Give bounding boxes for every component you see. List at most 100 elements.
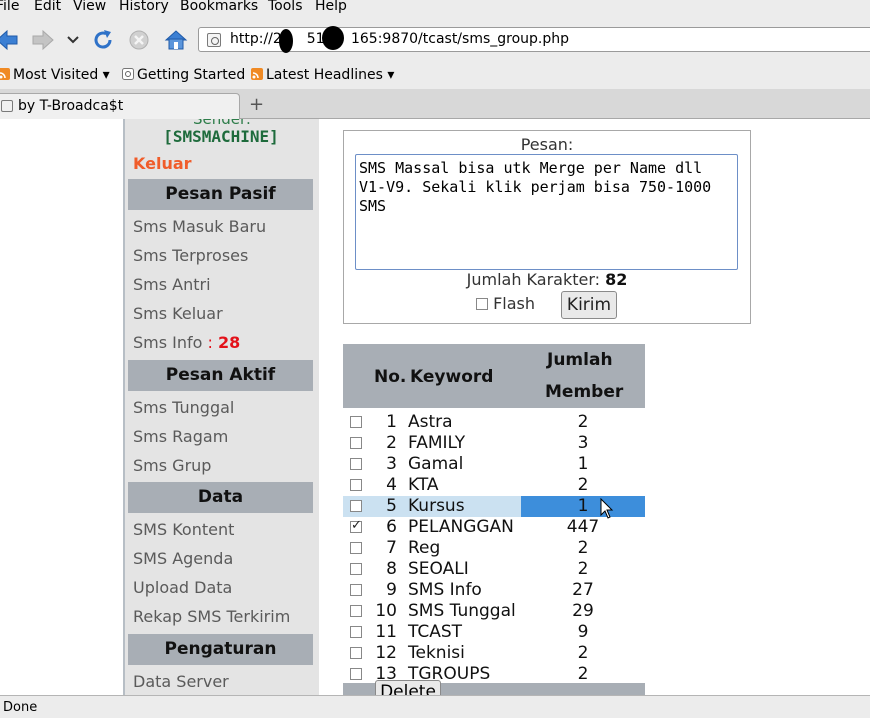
sms-info-label: Sms Info — [133, 333, 203, 352]
row-checkbox[interactable] — [350, 500, 362, 512]
char-count: Jumlah Karakter: 82 — [344, 270, 750, 289]
menu-file[interactable]: File — [0, 0, 19, 14]
history-dropdown-button[interactable] — [60, 28, 86, 52]
row-keyword: SEOALI — [408, 559, 469, 579]
page-icon — [122, 68, 134, 80]
flash-checkbox[interactable] — [476, 298, 488, 310]
bookmark-most-visited[interactable]: Most Visited ▾ — [0, 67, 110, 83]
bookmarks-toolbar: Most Visited ▾ Getting Started Latest He… — [0, 63, 870, 89]
stop-button[interactable] — [126, 28, 152, 52]
reload-button[interactable] — [90, 28, 116, 52]
menu-help[interactable]: Help — [315, 0, 347, 14]
sidebar-item-sms-masuk-baru[interactable]: Sms Masuk Baru — [133, 217, 266, 236]
sidebar-item-sms-agenda[interactable]: SMS Agenda — [133, 549, 233, 568]
row-checkbox[interactable] — [350, 416, 362, 428]
row-number: 2 — [386, 433, 397, 453]
table-row[interactable]: 9 SMS Info 27 — [343, 579, 645, 600]
sidebar-item-data-server[interactable]: Data Server — [133, 672, 229, 691]
page-favicon — [1, 100, 13, 112]
sidebar-item-sms-keluar[interactable]: Sms Keluar — [133, 304, 223, 323]
section-header-pengaturan: Pengaturan — [128, 634, 313, 665]
row-checkbox[interactable] — [350, 518, 362, 533]
rss-icon — [0, 68, 10, 80]
message-textarea[interactable]: SMS Massal bisa utk Merge per Name dll V… — [355, 154, 738, 270]
menu-history[interactable]: History — [119, 0, 169, 14]
logout-link[interactable]: Keluar — [133, 154, 192, 173]
url-bar[interactable]: http://20 51. 165:9870/tcast/sms_group.php — [198, 26, 870, 53]
home-button[interactable] — [163, 28, 189, 52]
row-keyword: TCAST — [408, 622, 463, 642]
row-member-count: 2 — [577, 559, 589, 579]
row-checkbox[interactable] — [350, 542, 362, 554]
header-no: No. — [374, 367, 407, 387]
char-count-value: 82 — [605, 270, 628, 289]
new-tab-plus-icon[interactable]: + — [249, 94, 264, 115]
row-member-count: 2 — [577, 412, 589, 432]
char-count-label: Jumlah Karakter: — [466, 270, 601, 289]
menu-bookmarks[interactable]: Bookmarks — [180, 0, 258, 14]
row-checkbox[interactable] — [350, 437, 362, 449]
row-member-count: 1 — [577, 454, 589, 474]
table-row[interactable]: 10 SMS Tunggal 29 — [343, 600, 645, 621]
page-content: Sender: [SMSMACHINE] Keluar Pesan Pasif … — [0, 119, 870, 695]
delete-button[interactable]: Delete — [375, 680, 441, 695]
flash-label: Flash — [493, 294, 536, 313]
row-number: 3 — [386, 454, 397, 474]
table-row[interactable]: 7 Reg 2 — [343, 537, 645, 558]
forward-button[interactable] — [30, 28, 56, 52]
table-row[interactable]: 8 SEOALI 2 — [343, 558, 645, 579]
table-row[interactable]: 2 FAMILY 3 — [343, 432, 645, 453]
rss-icon — [251, 68, 263, 80]
sidebar-item-sms-tunggal[interactable]: Sms Tunggal — [133, 398, 234, 417]
sidebar-item-sms-antri[interactable]: Sms Antri — [133, 275, 211, 294]
section-header-data: Data — [128, 482, 313, 513]
back-button[interactable] — [0, 28, 20, 52]
row-checkbox[interactable] — [350, 584, 362, 596]
page-favicon — [207, 33, 221, 47]
tab-active[interactable]: by T-Broadca$t — [0, 93, 240, 119]
table-row[interactable]: 12 Teknisi 2 — [343, 642, 645, 663]
status-text: Done — [3, 700, 38, 715]
row-number: 10 — [375, 601, 397, 621]
row-checkbox[interactable] — [350, 668, 362, 680]
forward-arrow-icon — [32, 29, 54, 51]
row-keyword: SMS Tunggal — [408, 601, 516, 621]
table-row[interactable]: 11 TCAST 9 — [343, 621, 645, 642]
row-member-count: 447 — [566, 517, 600, 537]
row-checkbox[interactable] — [350, 647, 362, 659]
row-member-count: 2 — [577, 475, 589, 495]
sidebar-item-sms-info[interactable]: Sms Info : 28 — [133, 333, 240, 352]
bookmark-label: Latest Headlines — [266, 67, 383, 83]
history-dropdown-icon — [67, 36, 79, 44]
bookmark-label: Most Visited — [13, 67, 99, 83]
sidebar-item-upload-data[interactable]: Upload Data — [133, 578, 232, 597]
table-row[interactable]: 4 KTA 2 — [343, 474, 645, 495]
menu-tools[interactable]: Tools — [268, 0, 303, 14]
row-checkbox[interactable] — [350, 479, 362, 491]
sidebar-item-sms-grup[interactable]: Sms Grup — [133, 456, 211, 475]
sidebar-item-sms-terproses[interactable]: Sms Terproses — [133, 246, 248, 265]
row-member-count: 2 — [577, 643, 589, 663]
chevron-down-icon: ▾ — [382, 67, 395, 83]
menu-edit[interactable]: Edit — [34, 0, 61, 14]
table-row[interactable]: 1 Astra 2 — [343, 411, 645, 432]
sidebar-item-rekap-sms-terkirim[interactable]: Rekap SMS Terkirim — [133, 607, 290, 626]
send-button[interactable]: Kirim — [561, 291, 617, 319]
bookmark-label: Getting Started — [137, 67, 246, 83]
table-header: No. Keyword Jumlah Member — [343, 344, 645, 408]
menu-view[interactable]: View — [73, 0, 106, 14]
row-member-count: 27 — [572, 580, 594, 600]
row-keyword: Teknisi — [408, 643, 465, 663]
mouse-cursor-icon — [600, 498, 614, 519]
sidebar-item-sms-kontent[interactable]: SMS Kontent — [133, 520, 234, 539]
row-keyword: KTA — [408, 475, 439, 495]
row-checkbox[interactable] — [350, 605, 362, 617]
row-checkbox[interactable] — [350, 563, 362, 575]
row-checkbox[interactable] — [350, 458, 362, 470]
sidebar-item-sms-ragam[interactable]: Sms Ragam — [133, 427, 228, 446]
row-checkbox[interactable] — [350, 626, 362, 638]
bookmark-latest-headlines[interactable]: Latest Headlines ▾ — [251, 67, 394, 83]
table-row[interactable]: 3 Gamal 1 — [343, 453, 645, 474]
bookmark-getting-started[interactable]: Getting Started — [122, 67, 245, 83]
tab-bar: by T-Broadca$t + — [0, 89, 870, 119]
